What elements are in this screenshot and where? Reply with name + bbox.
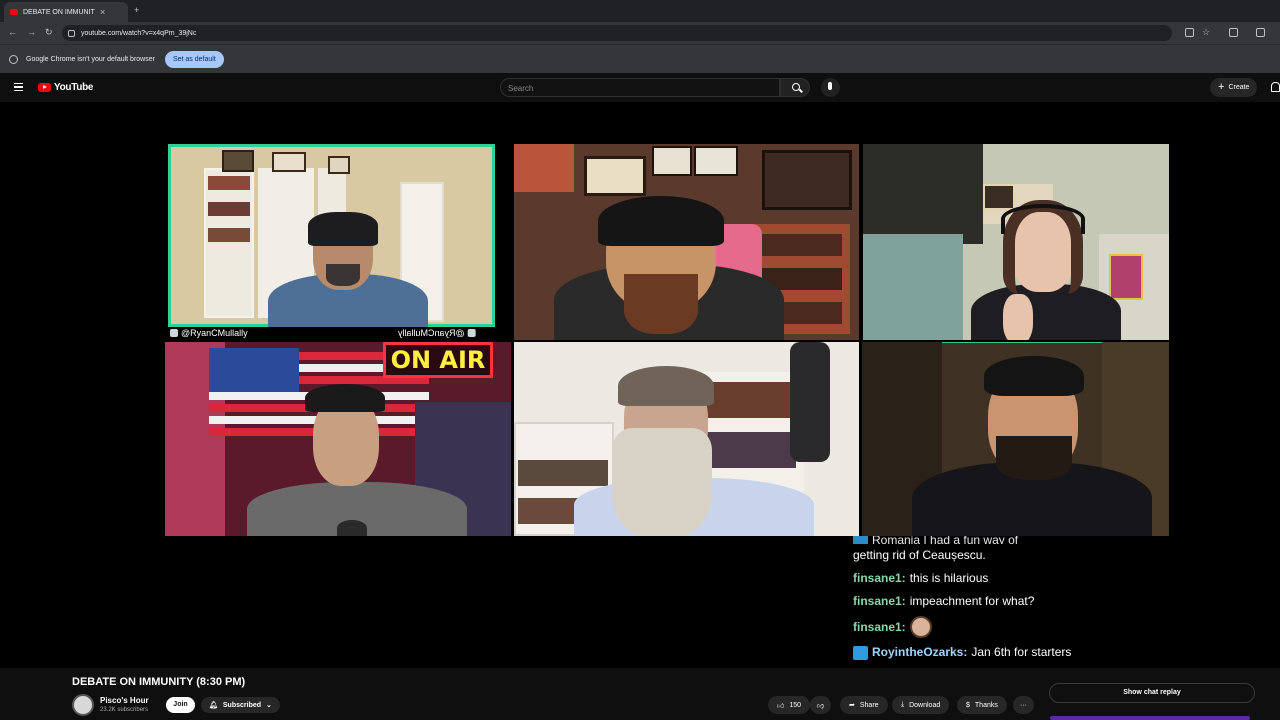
- plus-icon: +: [1218, 81, 1225, 93]
- create-label: Create: [1228, 84, 1250, 91]
- chat-text: impeachment for what?: [909, 594, 1035, 608]
- chat-cut-text: Romania I had a fun way of: [872, 536, 1019, 544]
- chat-text: Jan 6th for starters: [971, 645, 1072, 659]
- forward-icon[interactable]: →: [27, 27, 36, 37]
- address-bar[interactable]: youtube.com/watch?v=x4qPm_39jNc: [62, 25, 1172, 41]
- channel-subscriber-count: 23.2K subscribers: [100, 707, 149, 713]
- chat-author: RoyintheOzarks:: [872, 645, 968, 659]
- side-panel-icon[interactable]: [1256, 28, 1265, 37]
- chrome-icon: [9, 54, 18, 64]
- infobar-message: Google Chrome isn't your default browser: [26, 55, 155, 63]
- bell-icon: 🔔︎: [209, 702, 218, 709]
- search-button-icon[interactable]: [780, 78, 810, 97]
- back-icon[interactable]: ←: [8, 27, 17, 37]
- new-tab-button[interactable]: +: [134, 5, 139, 15]
- participant-tile-1: [168, 144, 495, 327]
- participant-tile-5: [514, 342, 859, 536]
- subscribed-button[interactable]: 🔔︎ Subscribed ⌄: [201, 697, 280, 713]
- chat-text: this is hilarious: [909, 571, 989, 585]
- thumbs-down-icon: 👎︎: [817, 702, 825, 710]
- notifications-bell-icon[interactable]: [1271, 82, 1280, 92]
- chat-message: finsane1: this is hilarious: [853, 567, 1173, 590]
- member-badge-icon: [853, 645, 868, 660]
- share-label: Share: [859, 701, 879, 709]
- site-info-icon[interactable]: [68, 29, 75, 37]
- create-button[interactable]: + Create: [1210, 78, 1258, 97]
- participant-tile-2: [514, 144, 859, 340]
- thanks-label: Thanks: [974, 701, 998, 709]
- dislike-button[interactable]: 👎︎: [810, 696, 832, 714]
- participant-1-name-label-mirrored: @RyanCMullally: [398, 328, 476, 338]
- set-as-default-button[interactable]: Set as default: [164, 50, 224, 68]
- download-icon: ⤓: [901, 701, 905, 708]
- youtube-logo-text: YouTube: [54, 82, 94, 93]
- member-badge-icon: [853, 536, 868, 544]
- camera-icon: [170, 329, 178, 337]
- channel-avatar[interactable]: [72, 694, 94, 716]
- browser-tab-strip: DEBATE ON IMMUNITY (8:30 PM) × +: [0, 0, 1280, 22]
- subscribed-label: Subscribed: [222, 701, 262, 709]
- youtube-play-icon: [38, 83, 51, 92]
- chat-author: finsane1:: [853, 594, 906, 608]
- chevron-down-icon: ⌄: [266, 702, 272, 709]
- youtube-logo[interactable]: YouTube: [38, 82, 94, 93]
- promo-strip: [1050, 716, 1250, 720]
- share-icon: ➦: [849, 702, 855, 709]
- channel-name[interactable]: Pisco's Hour: [100, 696, 149, 705]
- participant-tile-4: ON AIR: [165, 342, 511, 536]
- chat-author: finsane1:: [853, 620, 906, 634]
- chat-text: getting rid of Ceaușescu.: [853, 548, 986, 562]
- address-url: youtube.com/watch?v=x4qPm_39jNc: [81, 29, 197, 37]
- browser-toolbar: ← → ↻ youtube.com/watch?v=x4qPm_39jNc ☆: [0, 22, 1280, 44]
- download-label: Download: [909, 701, 941, 709]
- custom-emoji-icon: [909, 616, 932, 638]
- download-button[interactable]: ⤓ Download: [892, 696, 950, 714]
- thanks-button[interactable]: $ Thanks: [957, 696, 1007, 714]
- default-browser-infobar: Google Chrome isn't your default browser…: [0, 44, 1280, 73]
- participant-1-name-label: @RyanCMullally: [170, 328, 248, 338]
- tab-title: DEBATE ON IMMUNITY (8:30 PM): [23, 8, 95, 16]
- participant-tile-3: [863, 144, 1169, 340]
- browser-tab[interactable]: DEBATE ON IMMUNITY (8:30 PM) ×: [4, 2, 128, 22]
- chat-message: RoyintheOzarks: Jan 6th for starters: [853, 641, 1173, 664]
- like-count: 150: [789, 701, 802, 709]
- chat-overlay: Romania I had a fun way of getting rid o…: [853, 536, 1173, 664]
- reload-icon[interactable]: ↻: [45, 27, 53, 38]
- voice-search-icon[interactable]: [821, 78, 840, 97]
- participant-1-name-mirrored: @RyanCMullally: [398, 328, 465, 338]
- like-button[interactable]: 👍︎ 150: [768, 696, 811, 714]
- extensions-icon[interactable]: [1229, 28, 1238, 37]
- chat-message: getting rid of Ceaușescu.: [853, 544, 1173, 567]
- join-button[interactable]: Join: [166, 697, 195, 713]
- chat-message-cut: Romania I had a fun way of: [853, 536, 1173, 544]
- participant-1-name: @RyanCMullally: [181, 328, 248, 338]
- more-actions-button[interactable]: ···: [1013, 696, 1034, 714]
- hamburger-menu-icon[interactable]: [14, 83, 23, 91]
- video-title: DEBATE ON IMMUNITY (8:30 PM): [72, 676, 246, 688]
- chat-author: finsane1:: [853, 571, 906, 585]
- share-button[interactable]: ➦ Share: [840, 696, 888, 714]
- bookmark-star-icon[interactable]: ☆: [1202, 27, 1210, 38]
- tab-close-icon[interactable]: ×: [100, 7, 105, 17]
- youtube-header: YouTube Search + Create: [0, 73, 1280, 102]
- participant-tile-6: [862, 342, 1169, 536]
- show-chat-replay-button[interactable]: Show chat replay: [1049, 683, 1255, 703]
- chat-message: finsane1: impeachment for what?: [853, 590, 1173, 613]
- on-air-sign: ON AIR: [383, 342, 493, 378]
- search-input[interactable]: Search: [500, 78, 780, 97]
- thumbs-up-icon: 👍︎: [777, 702, 785, 710]
- thanks-icon: $: [966, 701, 970, 709]
- youtube-favicon-icon: [10, 9, 18, 15]
- install-app-icon[interactable]: [1185, 28, 1194, 37]
- camera-icon: [467, 329, 476, 337]
- video-player[interactable]: @RyanCMullally @RyanCMullally ON AIR Rom…: [0, 102, 1280, 668]
- more-icon: ···: [1020, 701, 1027, 709]
- chat-message: finsane1:: [853, 613, 1173, 641]
